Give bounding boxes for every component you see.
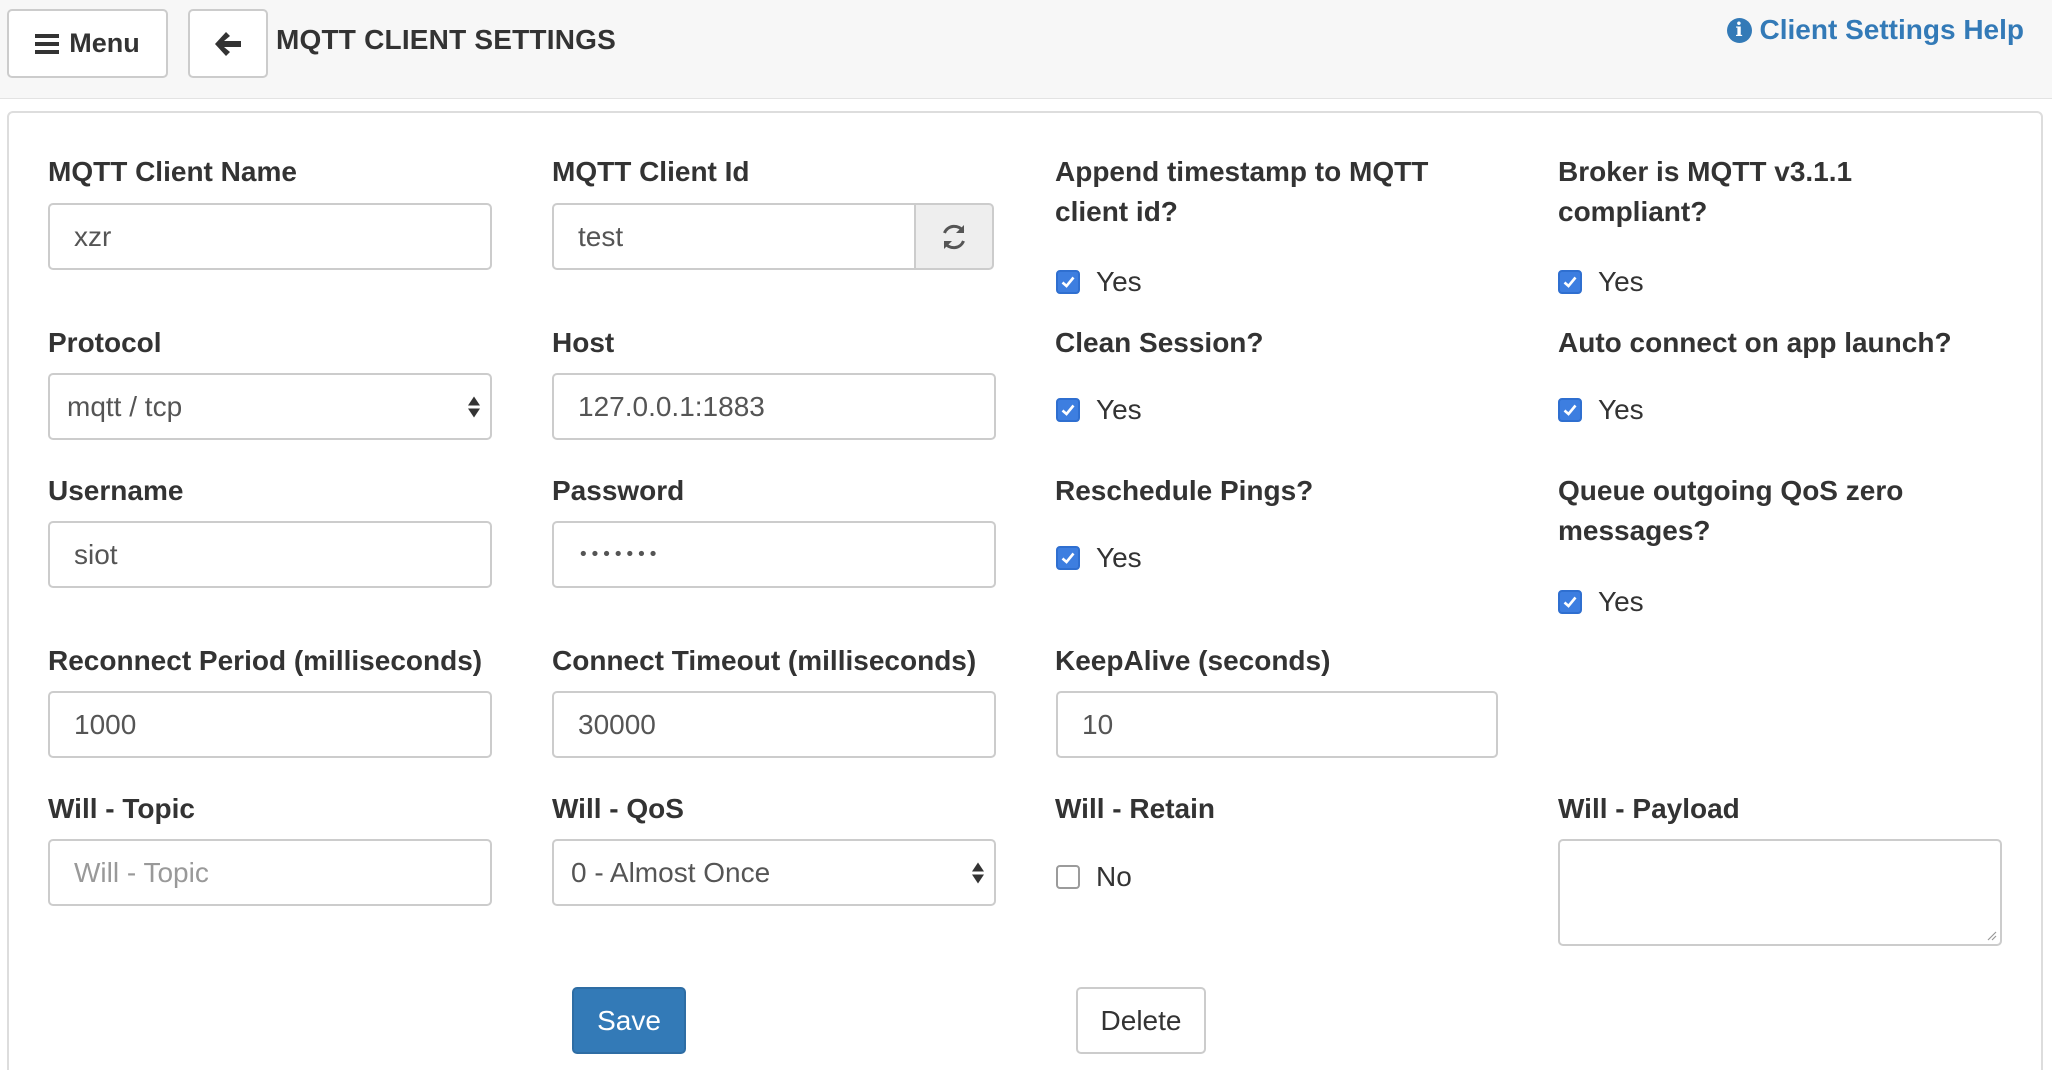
- menu-label: Menu: [69, 28, 140, 58]
- clean-session-checkbox[interactable]: Yes: [1056, 394, 1142, 426]
- will-qos-value: 0 - Almost Once: [571, 856, 771, 888]
- protocol-select[interactable]: mqtt / tcp: [48, 373, 492, 440]
- menu-button[interactable]: Menu: [7, 9, 168, 78]
- save-button[interactable]: Save: [572, 987, 686, 1054]
- client-settings-help-link[interactable]: i Client Settings Help: [1726, 14, 2024, 46]
- clean-session-option: Yes: [1096, 394, 1142, 425]
- will-payload-label: Will - Payload: [1558, 793, 1740, 824]
- password-value: •••••••: [578, 544, 660, 565]
- auto-connect-checkbox[interactable]: Yes: [1558, 394, 1644, 426]
- auto-connect-option: Yes: [1598, 394, 1644, 425]
- reconnect-period-input[interactable]: 1000: [48, 691, 492, 758]
- queue-qos-zero-option: Yes: [1598, 586, 1644, 617]
- will-payload-textarea[interactable]: [1558, 839, 2002, 946]
- regenerate-client-id-button[interactable]: [914, 203, 994, 270]
- protocol-label: Protocol: [48, 327, 162, 358]
- arrow-left-icon: [215, 31, 241, 56]
- username-value: siot: [74, 538, 118, 570]
- client-name-label: MQTT Client Name: [48, 156, 297, 187]
- will-topic-placeholder: Will - Topic: [74, 856, 209, 888]
- checkbox-checked-icon: [1056, 398, 1080, 422]
- checkbox-checked-icon: [1558, 270, 1582, 294]
- reschedule-pings-label: Reschedule Pings?: [1055, 475, 1314, 506]
- auto-connect-label: Auto connect on app launch?: [1558, 327, 1952, 358]
- host-value: 127.0.0.1:1883: [578, 390, 765, 422]
- client-name-input[interactable]: xzr: [48, 203, 492, 270]
- will-retain-checkbox[interactable]: No: [1056, 861, 1132, 893]
- checkbox-checked-icon: [1056, 546, 1080, 570]
- reconnect-period-value: 1000: [74, 708, 137, 740]
- checkbox-checked-icon: [1558, 398, 1582, 422]
- reconnect-period-label: Reconnect Period (milliseconds): [48, 645, 483, 676]
- queue-qos-zero-checkbox[interactable]: Yes: [1558, 586, 1644, 618]
- help-link-label: Client Settings Help: [1759, 14, 2024, 45]
- clean-session-label: Clean Session?: [1055, 327, 1264, 358]
- connect-timeout-label: Connect Timeout (milliseconds): [552, 645, 977, 676]
- reschedule-pings-option: Yes: [1096, 542, 1142, 573]
- username-label: Username: [48, 475, 184, 506]
- will-qos-select[interactable]: 0 - Almost Once: [552, 839, 996, 906]
- keepalive-label: KeepAlive (seconds): [1055, 645, 1331, 676]
- broker-compliant-option: Yes: [1598, 266, 1644, 297]
- client-id-input[interactable]: test: [552, 203, 916, 270]
- info-icon: i: [1726, 17, 1752, 43]
- client-name-value: xzr: [74, 220, 112, 252]
- broker-compliant-label: Broker is MQTT v3.1.1 compliant?: [1558, 156, 1853, 227]
- connect-timeout-input[interactable]: 30000: [552, 691, 996, 758]
- page-title: MQTT CLIENT SETTINGS: [276, 24, 616, 55]
- delete-button[interactable]: Delete: [1076, 987, 1206, 1054]
- back-button[interactable]: [188, 9, 268, 78]
- keepalive-value: 10: [1082, 708, 1114, 740]
- protocol-value: mqtt / tcp: [67, 390, 183, 422]
- connect-timeout-value: 30000: [578, 708, 656, 740]
- checkbox-checked-icon: [1558, 590, 1582, 614]
- select-arrows-icon: [468, 396, 480, 417]
- username-input[interactable]: siot: [48, 521, 492, 588]
- host-label: Host: [552, 327, 615, 358]
- resize-handle-icon[interactable]: [1987, 931, 1997, 941]
- append-timestamp-option: Yes: [1096, 266, 1142, 297]
- append-timestamp-checkbox[interactable]: Yes: [1056, 266, 1142, 298]
- client-id-label: MQTT Client Id: [552, 156, 750, 187]
- password-label: Password: [552, 475, 685, 506]
- client-id-value: test: [578, 220, 624, 252]
- will-qos-label: Will - QoS: [552, 793, 684, 824]
- reschedule-pings-checkbox[interactable]: Yes: [1056, 542, 1142, 574]
- will-retain-option: No: [1096, 861, 1132, 892]
- top-navbar: Menu MQTT CLIENT SETTINGS i Client Setti…: [0, 0, 2052, 99]
- refresh-icon: [943, 224, 965, 249]
- host-input[interactable]: 127.0.0.1:1883: [552, 373, 996, 440]
- select-arrows-icon: [972, 862, 984, 883]
- checkbox-unchecked-icon: [1056, 865, 1080, 889]
- broker-compliant-checkbox[interactable]: Yes: [1558, 266, 1644, 298]
- will-topic-label: Will - Topic: [48, 793, 195, 824]
- checkbox-checked-icon: [1056, 270, 1080, 294]
- password-input[interactable]: •••••••: [552, 521, 996, 588]
- append-timestamp-label: Append timestamp to MQTT client id?: [1055, 156, 1429, 227]
- queue-qos-zero-label: Queue outgoing QoS zero messages?: [1558, 475, 1904, 546]
- hamburger-icon: [35, 33, 60, 54]
- will-topic-input[interactable]: Will - Topic: [48, 839, 492, 906]
- keepalive-input[interactable]: 10: [1056, 691, 1498, 758]
- will-retain-label: Will - Retain: [1055, 793, 1215, 824]
